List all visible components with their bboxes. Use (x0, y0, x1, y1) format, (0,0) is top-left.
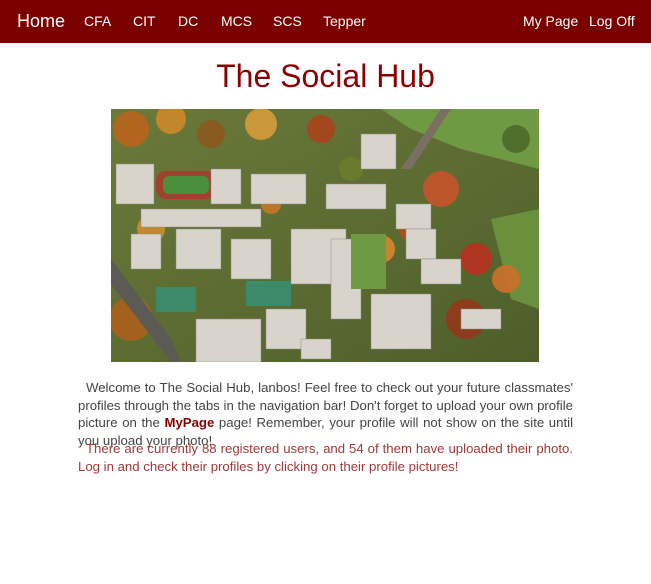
nav-tab-scs[interactable]: SCS (273, 0, 302, 43)
nav-log-off-link[interactable]: Log Off (589, 0, 635, 43)
nav-my-page-link[interactable]: My Page (523, 0, 578, 43)
mypage-link[interactable]: MyPage (164, 415, 214, 430)
nav-home-link[interactable]: Home (17, 0, 65, 43)
page-title: The Social Hub (216, 58, 435, 94)
welcome-paragraph: Welcome to The Social Hub, lanbos! Feel … (78, 379, 573, 449)
nav-tab-cfa[interactable]: CFA (84, 0, 111, 43)
nav-tab-mcs[interactable]: MCS (221, 0, 252, 43)
nav-tab-tepper[interactable]: Tepper (323, 0, 366, 43)
navbar: Home CFA CIT DC MCS SCS Tepper My Page L… (0, 0, 651, 43)
stats-paragraph: There are currently 88 registered users,… (78, 441, 573, 474)
nav-tab-cit[interactable]: CIT (133, 0, 156, 43)
campus-aerial-image (111, 109, 539, 362)
nav-tab-dc[interactable]: DC (178, 0, 198, 43)
